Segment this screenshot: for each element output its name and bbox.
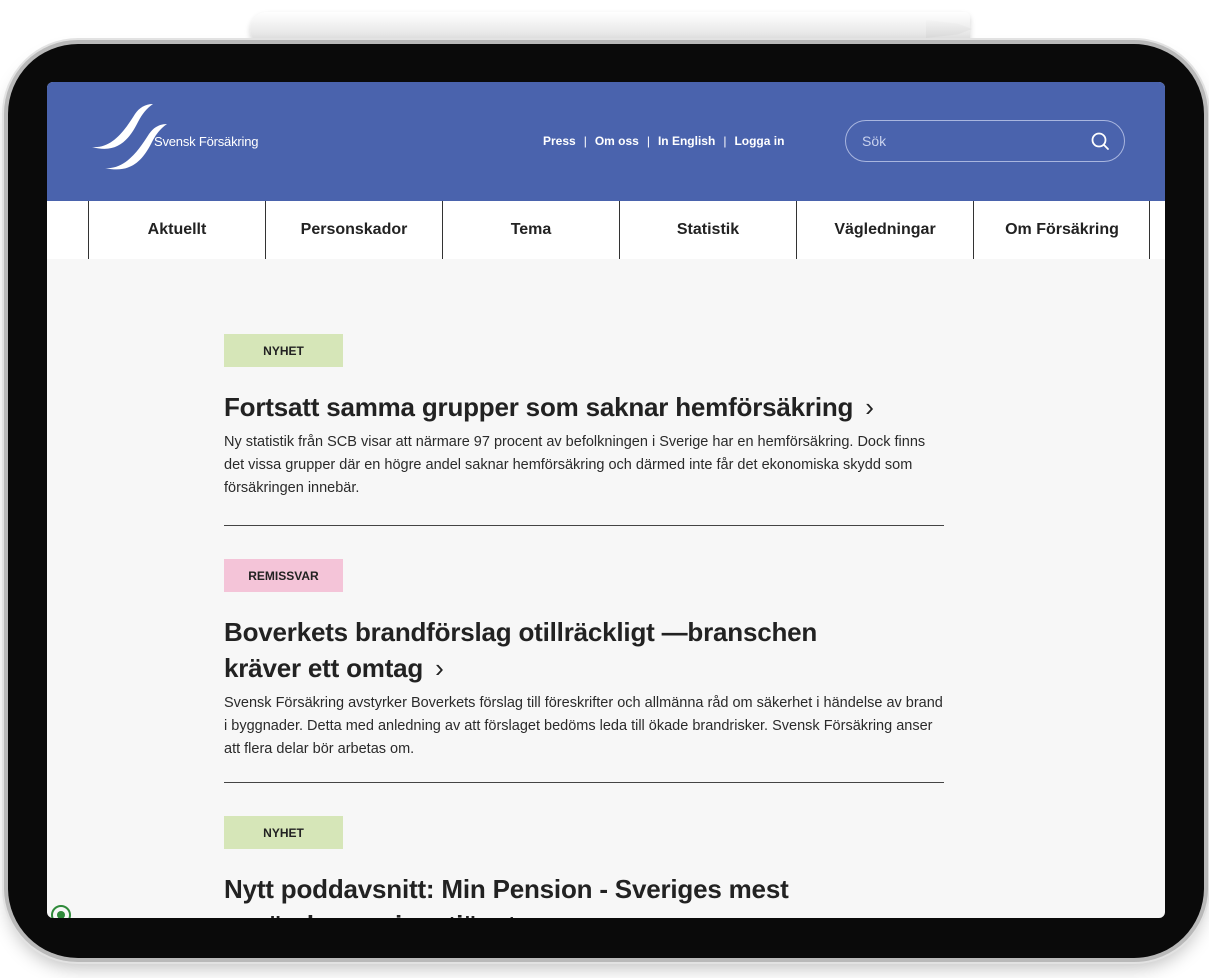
nav-item-label: Tema bbox=[510, 221, 552, 238]
nav-divider bbox=[1149, 201, 1150, 259]
nav-item-label: Aktuellt bbox=[147, 221, 207, 238]
news-divider bbox=[224, 525, 944, 526]
nav-item-personskador[interactable]: Personskador bbox=[265, 201, 442, 259]
nav-item-vagledningar[interactable]: Vägledningar bbox=[796, 201, 973, 259]
brand-name[interactable]: Svensk Försäkring bbox=[154, 134, 258, 149]
nav-item-tema[interactable]: Tema bbox=[442, 201, 619, 259]
main-navigation: Aktuellt Personskador Tema Statistik Väg… bbox=[47, 201, 1165, 259]
link-om-oss[interactable]: Om oss bbox=[595, 134, 639, 148]
news-tag: NYHET bbox=[224, 816, 343, 849]
news-tag: REMISSVAR bbox=[224, 559, 343, 592]
site-header: Svensk Försäkring Press | Om oss | In En… bbox=[47, 82, 1165, 201]
link-logga-in[interactable]: Logga in bbox=[734, 134, 784, 148]
chevron-right-icon: › bbox=[865, 392, 874, 422]
nav-item-label: Vägledningar bbox=[834, 221, 936, 238]
news-item: NYHET Nytt poddavsnitt: Min Pension - Sv… bbox=[224, 816, 944, 918]
news-tag: NYHET bbox=[224, 334, 343, 367]
news-item: REMISSVAR Boverkets brandförslag otillrä… bbox=[224, 559, 944, 761]
nav-item-label: Statistik bbox=[676, 221, 740, 238]
utility-links: Press | Om oss | In English | Logga in bbox=[543, 134, 784, 148]
nav-item-om-forsakring[interactable]: Om Försäkring bbox=[973, 201, 1150, 259]
nav-item-statistik[interactable]: Statistik bbox=[619, 201, 796, 259]
news-title: Nytt poddavsnitt: Min Pension - Sveriges… bbox=[224, 874, 789, 918]
nav-item-aktuellt[interactable]: Aktuellt bbox=[88, 201, 265, 259]
news-summary: Svensk Försäkring avstyrker Boverkets fö… bbox=[224, 695, 943, 757]
pencil-tip bbox=[926, 20, 972, 38]
news-title-link[interactable]: Nytt poddavsnitt: Min Pension - Sveriges… bbox=[224, 871, 864, 918]
link-separator: | bbox=[646, 134, 650, 148]
news-title: Fortsatt samma grupper som saknar hemför… bbox=[224, 392, 854, 422]
chevron-right-icon: › bbox=[435, 653, 444, 683]
link-separator: | bbox=[583, 134, 587, 148]
nav-item-label: Om Försäkring bbox=[1005, 221, 1119, 238]
news-title-link[interactable]: Boverkets brandförslag otillräckligt —br… bbox=[224, 614, 864, 686]
link-separator: | bbox=[723, 134, 727, 148]
search-box bbox=[845, 120, 1125, 162]
apple-pencil bbox=[250, 12, 972, 46]
link-in-english[interactable]: In English bbox=[658, 134, 715, 148]
search-input[interactable] bbox=[862, 131, 1072, 151]
news-title-link[interactable]: Fortsatt samma grupper som saknar hemför… bbox=[224, 389, 944, 425]
news-summary: Ny statistik från SCB visar att närmare … bbox=[224, 434, 926, 496]
browser-screen: Svensk Försäkring Press | Om oss | In En… bbox=[47, 82, 1165, 918]
search-icon[interactable] bbox=[1090, 131, 1110, 151]
chevron-right-icon: › bbox=[528, 907, 537, 918]
accessibility-widget-icon[interactable] bbox=[50, 904, 72, 918]
link-press[interactable]: Press bbox=[543, 134, 576, 148]
news-title: Boverkets brandförslag otillräckligt —br… bbox=[224, 617, 818, 683]
news-item: NYHET Fortsatt samma grupper som saknar … bbox=[224, 334, 944, 500]
nav-item-label: Personskador bbox=[300, 221, 408, 238]
news-divider bbox=[224, 782, 944, 783]
